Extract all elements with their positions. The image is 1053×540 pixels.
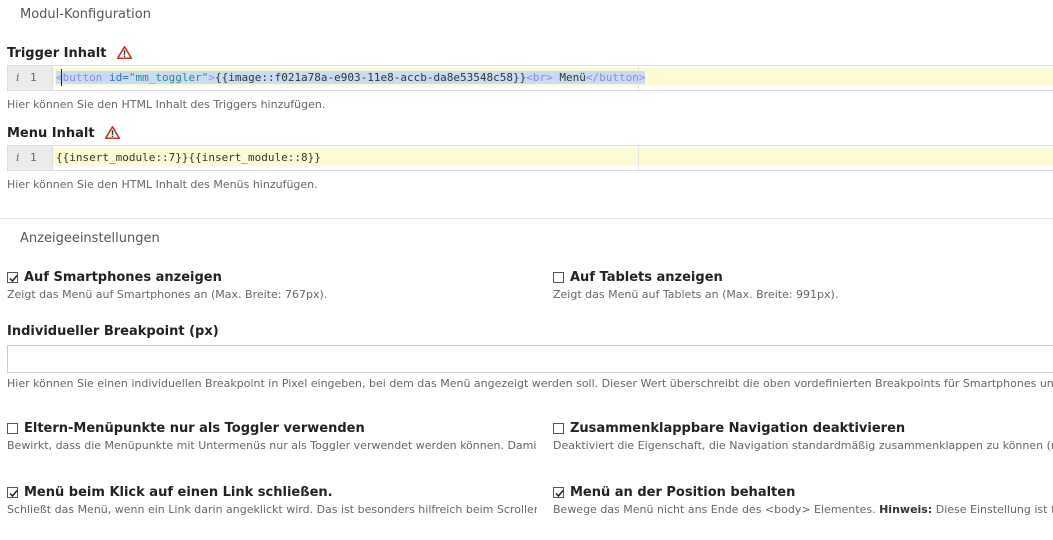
menu-content-label: Menu Inhalt: [7, 126, 121, 143]
trigger-content-label: Trigger Inhalt: [7, 46, 133, 63]
warning-icon: [116, 46, 133, 63]
text-cursor: [61, 69, 62, 86]
section-legend-module-config[interactable]: Modul-Konfiguration: [20, 7, 151, 22]
menu-code-line[interactable]: {{insert_module::7}}{{insert_module::8}}: [56, 146, 321, 170]
code-attribute-value: "mm_toggler": [128, 71, 209, 84]
parent-toggler-checkbox[interactable]: [7, 423, 18, 434]
breakpoint-input[interactable]: [7, 345, 1053, 373]
menu-content-label-text: Menu Inhalt: [7, 126, 95, 141]
breakpoint-help-text: Hier können Sie einen individuellen Brea…: [7, 377, 1053, 390]
close-on-click-help-text: Schließt das Menü, wenn ein Link darin a…: [7, 503, 537, 516]
smartphones-checkbox[interactable]: [7, 272, 18, 283]
breakpoint-label: Individueller Breakpoint (px): [7, 324, 219, 339]
line-number: 1: [30, 71, 37, 84]
info-icon: i: [16, 151, 20, 164]
keep-position-help-text: Bewege das Menü nicht ans Ende des <body…: [553, 503, 1053, 516]
code-tag-close: >: [208, 71, 215, 84]
tablets-checkbox[interactable]: [553, 272, 564, 283]
keep-position-checkbox[interactable]: [553, 487, 564, 498]
tablets-help-text: Zeigt das Menü auf Tablets an (Max. Brei…: [553, 288, 839, 301]
close-on-click-checkbox[interactable]: [7, 487, 18, 498]
disable-collapse-help-text: Deaktiviert die Eigenschaft, die Navigat…: [553, 439, 1053, 452]
checkmark-icon: [9, 275, 18, 283]
disable-collapse-label[interactable]: Zusammenklappbare Navigation deaktiviere…: [570, 421, 905, 436]
keep-position-label[interactable]: Menü an der Position behalten: [570, 485, 795, 500]
trigger-code-editor[interactable]: i 1 <button id="mm_toggler">{{image::f02…: [7, 65, 1053, 91]
trigger-content-label-text: Trigger Inhalt: [7, 46, 107, 61]
trigger-help-text: Hier können Sie den HTML Inhalt des Trig…: [7, 98, 326, 111]
info-icon: i: [16, 71, 20, 84]
checkmark-icon: [555, 490, 564, 498]
smartphones-label[interactable]: Auf Smartphones anzeigen: [24, 270, 222, 285]
code-br-tag: <br>: [526, 71, 553, 84]
trigger-code-line[interactable]: <button id="mm_toggler">{{image::f021a78…: [56, 66, 646, 90]
editor-gutter: i 1: [8, 66, 53, 90]
code-attribute: id=: [108, 71, 129, 84]
keep-position-help-note: Hinweis:: [879, 503, 933, 516]
keep-position-help-pre: Bewege das Menü nicht ans Ende des <body…: [553, 503, 880, 516]
smartphones-help-text: Zeigt das Menü auf Smartphones an (Max. …: [7, 288, 328, 301]
line-number: 1: [30, 151, 37, 164]
editor-gutter: i 1: [8, 146, 53, 170]
section-legend-display-settings[interactable]: Anzeigeeinstellungen: [20, 231, 160, 246]
parent-toggler-label[interactable]: Eltern-Menüpunkte nur als Toggler verwen…: [24, 421, 365, 436]
code-selection: <button id="mm_toggler">{{image::f021a78…: [56, 71, 646, 84]
disable-collapse-checkbox[interactable]: [553, 423, 564, 434]
checkmark-icon: [9, 490, 18, 498]
code-tag-open: <button: [56, 71, 109, 84]
code-text: Menü: [552, 71, 586, 84]
warning-icon: [104, 126, 121, 143]
print-margin: [638, 146, 639, 170]
menu-code-editor[interactable]: i 1 {{insert_module::7}}{{insert_module:…: [7, 145, 1053, 171]
menu-help-text: Hier können Sie den HTML Inhalt des Menü…: [7, 178, 318, 191]
keep-position-help-post: Diese Einstellung ist für: [932, 503, 1053, 516]
code-insert-tag: {{image::f021a78a-e903-11e8-accb-da8e535…: [214, 71, 527, 84]
code-tag-end: </button>: [585, 71, 646, 84]
parent-toggler-help-text: Bewirkt, dass die Menüpunkte mit Unterme…: [7, 439, 537, 452]
tablets-label[interactable]: Auf Tablets anzeigen: [570, 270, 723, 285]
close-on-click-label[interactable]: Menü beim Klick auf einen Link schließen…: [24, 485, 333, 500]
section-divider: [0, 218, 1053, 219]
